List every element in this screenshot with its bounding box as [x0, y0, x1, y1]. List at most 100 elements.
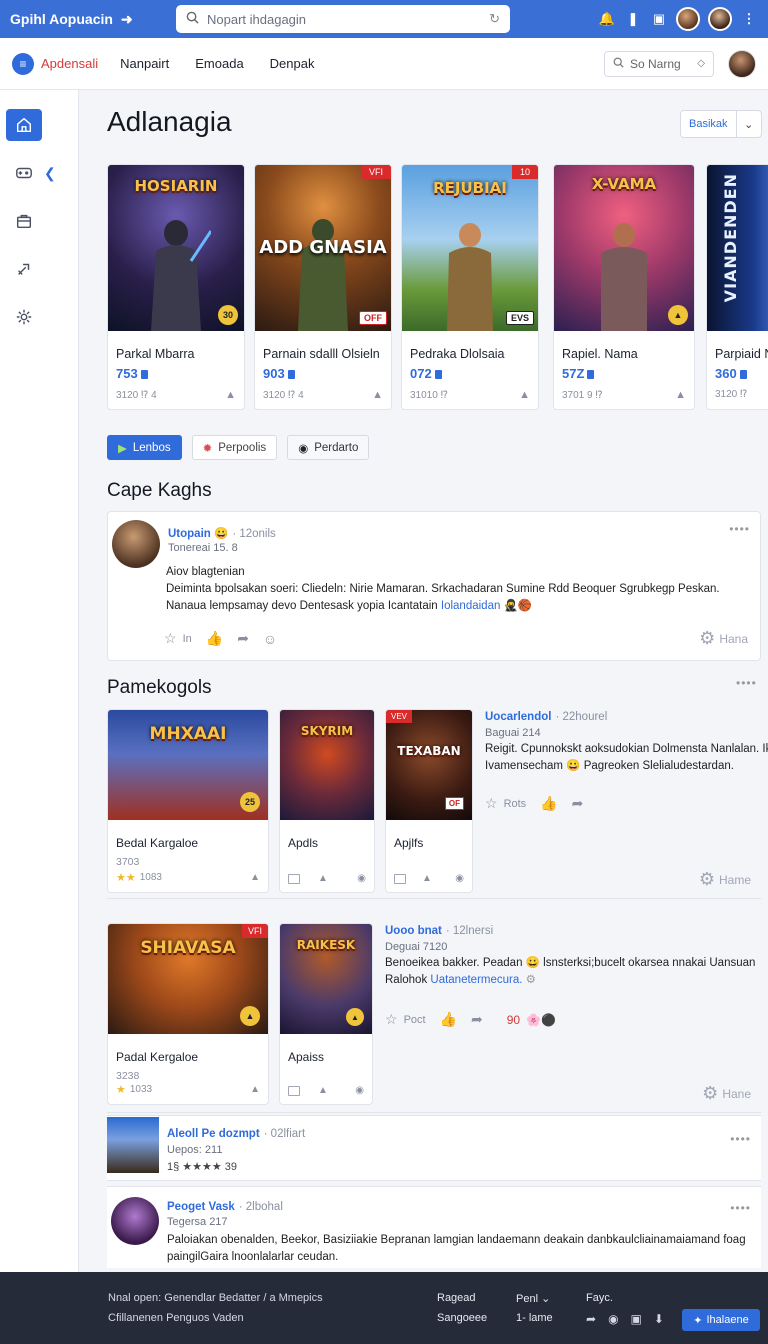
post-author[interactable]: Uocarlendol · 22hourel [485, 711, 607, 723]
circle-icon[interactable]: ◉ [455, 873, 464, 884]
game-card[interactable]: HOSIARIN 30 Parkal Mbarra 753 3120 ⁉ 4 ▲ [107, 164, 245, 410]
footer-link[interactable]: Penl ⌄ [516, 1292, 550, 1305]
post-card: Utopain 😀 · 12onils Tonereai 15. 8 •••• A… [107, 511, 761, 661]
thumbs-up-icon[interactable]: ▲ [675, 389, 686, 401]
circle-icon[interactable]: ◉ [357, 873, 366, 884]
avatar[interactable] [111, 1197, 159, 1245]
more-horizontal-icon[interactable]: •••• [736, 676, 757, 690]
score-badge: ▲ [346, 1008, 364, 1026]
sort-dropdown[interactable]: Basikak ⌄ [680, 110, 762, 138]
chevron-left-icon[interactable]: ❮ [44, 165, 56, 182]
mini-game-card[interactable]: VFI SHIAVASA ▲ Padal Kergaloe 3238 ★ 1033… [107, 923, 269, 1105]
mini-game-card[interactable]: SKYRIM Apdls ▲ ◉ [279, 709, 375, 893]
bird-icon: ✦ [693, 1314, 703, 1327]
mini-game-card[interactable]: RAIKESK ▲ Apaiss ▲ ◉ [279, 923, 373, 1105]
chat-icon[interactable]: ◉ [608, 1312, 618, 1326]
thumbs-up-icon[interactable]: ▲ [318, 1085, 328, 1096]
footer-link[interactable]: Ragead [437, 1292, 476, 1304]
brand-name[interactable]: Apdensali [41, 56, 98, 71]
post-author[interactable]: Aleoll Pe dozmpt · 02lfiart [167, 1128, 305, 1140]
post-author[interactable]: Uooo bnat · 12lnersi [385, 925, 493, 937]
thumbs-up-icon[interactable]: ▲ [225, 389, 236, 401]
more-horizontal-icon[interactable]: •••• [730, 1201, 751, 1215]
image-icon[interactable] [288, 873, 300, 884]
smile-icon[interactable]: ☺ [263, 631, 277, 647]
download-icon[interactable]: ⬇ [654, 1312, 664, 1326]
post-author[interactable]: Peoget Vask · 2lbohal [167, 1201, 283, 1213]
list-item[interactable]: Aleoll Pe dozmpt · 02lfiart Uepos: 211 1§… [107, 1115, 761, 1181]
game-sub: 3238 [116, 1070, 140, 1082]
image-icon[interactable] [288, 1085, 300, 1096]
more-horizontal-icon[interactable]: •••• [730, 1132, 751, 1146]
footer-link[interactable]: Fayc. [586, 1292, 613, 1304]
search-input[interactable]: Nopart ihdagagin ↻ [176, 5, 510, 33]
controller-icon[interactable]: ▣ [631, 1312, 642, 1326]
thumbs-up-icon[interactable]: ▲ [250, 1084, 260, 1095]
filter-button-3[interactable]: ◉ Perdarto [287, 435, 370, 460]
share-arrow-icon[interactable]: ➦ [572, 795, 584, 812]
share-arrow-icon[interactable]: ➦ [237, 630, 249, 647]
image-icon[interactable] [394, 873, 406, 884]
sidebar-item-store[interactable] [6, 205, 42, 237]
nav-link-3[interactable]: Denpak [270, 56, 315, 71]
thumbs-up-icon[interactable]: 👍 [206, 630, 223, 647]
like-icon[interactable]: ☆ [385, 1011, 398, 1028]
notification-icon[interactable]: 🔔 [598, 10, 616, 28]
footer-button-label: Ihalaene [706, 1314, 749, 1326]
footer-link[interactable]: Sangoeee [437, 1312, 487, 1324]
post-time: · 12onils [232, 528, 276, 540]
post-link[interactable]: Iolandaidan [441, 600, 500, 612]
sidebar-item-settings[interactable] [6, 301, 42, 333]
post-author[interactable]: Utopain 😀 · 12onils [168, 526, 276, 540]
thumbs-up-icon[interactable]: 👍 [540, 795, 557, 812]
post-link[interactable]: Uatanetermecura. [430, 974, 522, 986]
filter-icon[interactable]: ◇ [697, 58, 705, 69]
avatar[interactable] [112, 520, 160, 568]
footer-button[interactable]: ✦ Ihalaene [682, 1309, 760, 1331]
share-button[interactable]: ⚙ Hana [699, 628, 748, 649]
score-badge: ▲ [668, 305, 688, 325]
share-button[interactable]: ⚙ Hane [702, 1083, 751, 1104]
sidebar-item-share[interactable] [6, 253, 42, 285]
chat-icon[interactable]: ❚ [624, 10, 642, 28]
avatar[interactable] [676, 7, 700, 31]
more-vertical-icon[interactable]: ⋮ [740, 10, 758, 28]
thumbs-up-icon[interactable]: ▲ [372, 389, 383, 401]
thumbs-up-icon[interactable]: ▲ [250, 872, 260, 883]
game-card[interactable]: X-VAMA ▲ Rapiel. Nama 57Z 3701 9 ⁉ ▲ [553, 164, 695, 410]
like-icon[interactable]: ☆ [164, 630, 177, 647]
game-card[interactable]: 10 REJUBIAI EVS Pedraka Dlolsaia 072 310… [401, 164, 539, 410]
app-title[interactable]: Gpihl Aopuacin ➜ [10, 11, 170, 28]
game-card[interactable]: VFI ADD GNASIA OFF Parnain sdalll Olsiel… [254, 164, 392, 410]
controller-icon[interactable]: ▣ [650, 10, 668, 28]
like-icon[interactable]: ☆ [485, 795, 498, 812]
sidebar-item-home[interactable] [6, 109, 42, 141]
filter-button-1[interactable]: ▶ Lenbos [107, 435, 182, 460]
nav-search-input[interactable]: So Narng ◇ [604, 50, 714, 77]
thumbs-up-icon[interactable]: 👍 [440, 1011, 457, 1028]
filter-button-2[interactable]: ✹ Perpoolis [191, 435, 278, 460]
thumbs-up-icon[interactable]: ▲ [318, 873, 328, 884]
circle-icon[interactable]: ◉ [355, 1085, 364, 1096]
store-icon [16, 214, 32, 229]
avatar-secondary[interactable] [708, 7, 732, 31]
post-subtitle: Baguai 214 [485, 727, 541, 739]
mini-game-card[interactable]: MHXAAI 25 Bedal Kargaloe 3703 ★★ 1083 ▲ [107, 709, 269, 893]
nav-link-1[interactable]: Nanpairt [120, 56, 169, 71]
footer-link[interactable]: 1- lame [516, 1312, 553, 1324]
thumbs-up-icon[interactable]: ▲ [422, 873, 432, 884]
share-button[interactable]: ⚙ Hame [699, 869, 751, 890]
game-card[interactable]: VIANDENDEN Parpiaid N 360 3120 ⁉ [706, 164, 768, 410]
user-avatar[interactable] [728, 49, 756, 78]
nav-link-2[interactable]: Emoada [195, 56, 243, 71]
sidebar-item-games[interactable] [6, 157, 42, 189]
list-item[interactable]: Peoget Vask · 2lbohal Tegersa 217 Paloiak… [107, 1186, 761, 1268]
share-arrow-icon[interactable]: ➦ [586, 1312, 596, 1326]
refresh-icon[interactable]: ↻ [489, 11, 500, 27]
rating-value: 1083 [139, 872, 162, 883]
coin-icon [140, 370, 148, 379]
more-horizontal-icon[interactable]: •••• [729, 522, 750, 536]
mini-game-card[interactable]: VEV TEXABAN OF Apjlfs ▲ ◉ [385, 709, 473, 893]
share-arrow-icon[interactable]: ➦ [471, 1011, 483, 1028]
thumbs-up-icon[interactable]: ▲ [519, 389, 530, 401]
